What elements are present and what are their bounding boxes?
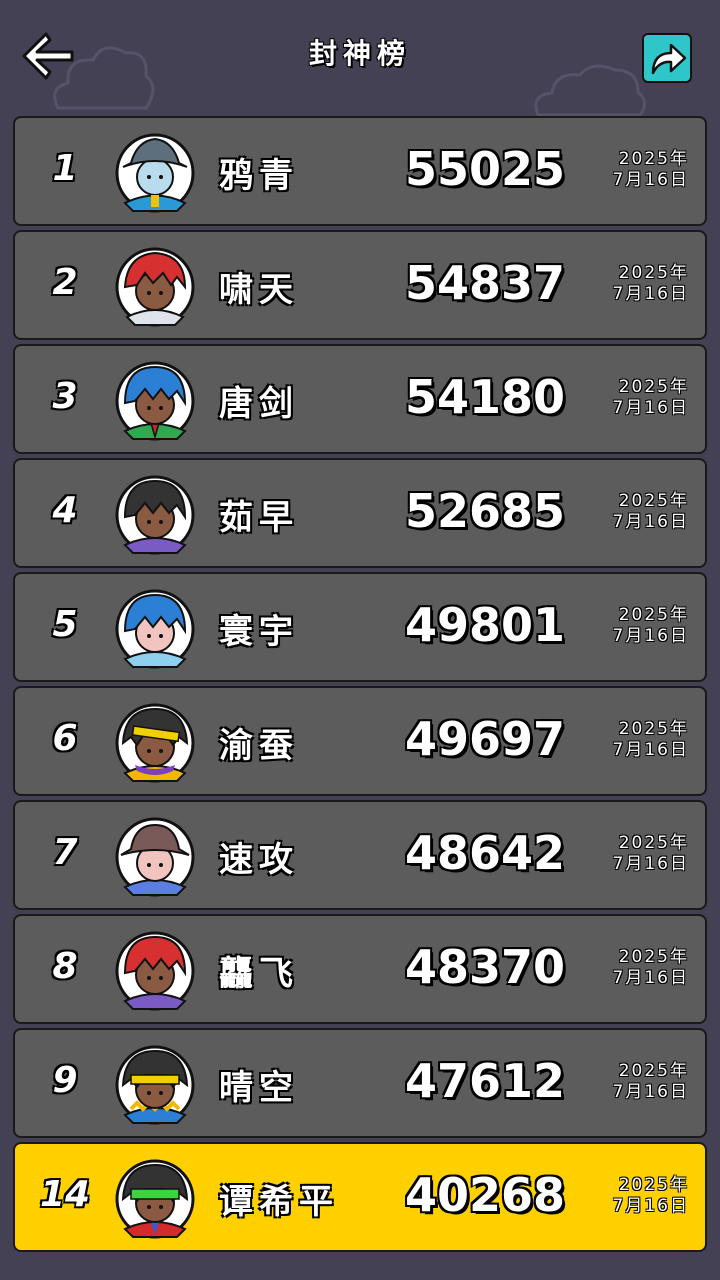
rank-number: 7 <box>52 832 78 873</box>
share-button[interactable] <box>642 33 692 83</box>
leaderboard-row[interactable]: 6 渝蚕 49697 2025年 7月16日 <box>13 686 707 796</box>
rank-number: 1 <box>52 148 78 189</box>
record-year: 2025年 <box>618 149 689 169</box>
player-avatar <box>115 1159 195 1239</box>
player-score: 54837 <box>405 256 566 310</box>
record-date: 2025年 7月16日 <box>613 1175 689 1217</box>
record-year: 2025年 <box>618 491 689 511</box>
player-score: 40268 <box>405 1168 566 1222</box>
record-date: 2025年 7月16日 <box>613 605 689 647</box>
player-name: 啸天 <box>219 270 299 310</box>
player-name: 唐剑 <box>219 384 299 424</box>
record-day: 7月16日 <box>612 1196 689 1216</box>
player-score: 52685 <box>405 484 566 538</box>
record-day: 7月16日 <box>612 284 689 304</box>
player-score: 49801 <box>405 598 566 652</box>
leaderboard-row[interactable]: 2 啸天 54837 2025年 7月16日 <box>13 230 707 340</box>
player-score: 48642 <box>405 826 566 880</box>
record-year: 2025年 <box>618 1175 689 1195</box>
leaderboard-row[interactable]: 9 晴空 47612 2025年 7月16日 <box>13 1028 707 1138</box>
rank-number: 2 <box>52 262 78 303</box>
player-score: 48370 <box>405 940 566 994</box>
player-avatar <box>115 703 195 783</box>
player-avatar <box>115 931 195 1011</box>
record-day: 7月16日 <box>612 1082 689 1102</box>
player-name: 鸦青 <box>219 156 299 196</box>
rank-number: 3 <box>52 376 78 417</box>
rank-number: 5 <box>52 604 78 645</box>
record-date: 2025年 7月16日 <box>613 1061 689 1103</box>
leaderboard-row[interactable]: 5 寰宇 49801 2025年 7月16日 <box>13 572 707 682</box>
record-year: 2025年 <box>618 1061 689 1081</box>
player-avatar <box>115 247 195 327</box>
player-name: 晴空 <box>219 1068 299 1108</box>
record-year: 2025年 <box>618 947 689 967</box>
player-name: 谭希平 <box>219 1182 339 1222</box>
leaderboard-row[interactable]: 1 鸦青 55025 2025年 7月16日 <box>13 116 707 226</box>
record-date: 2025年 7月16日 <box>613 263 689 305</box>
player-avatar <box>115 133 195 213</box>
rank-number: 4 <box>52 490 78 531</box>
player-score: 49697 <box>405 712 566 766</box>
record-year: 2025年 <box>618 833 689 853</box>
record-year: 2025年 <box>618 719 689 739</box>
player-score: 47612 <box>405 1054 566 1108</box>
player-name: 寰宇 <box>219 612 299 652</box>
current-player-row[interactable]: 14 谭希平 40268 2025年 7月16日 <box>13 1142 707 1252</box>
leaderboard-row[interactable]: 3 唐剑 54180 2025年 7月16日 <box>13 344 707 454</box>
player-avatar <box>115 817 195 897</box>
record-day: 7月16日 <box>612 398 689 418</box>
player-name: 龘飞 <box>219 954 299 994</box>
leaderboard-row[interactable]: 4 茹早 52685 2025年 7月16日 <box>13 458 707 568</box>
record-day: 7月16日 <box>612 740 689 760</box>
record-date: 2025年 7月16日 <box>613 491 689 533</box>
record-date: 2025年 7月16日 <box>613 377 689 419</box>
player-avatar <box>115 1045 195 1125</box>
leaderboard-row[interactable]: 7 速攻 48642 2025年 7月16日 <box>13 800 707 910</box>
rank-number: 8 <box>52 946 78 987</box>
record-year: 2025年 <box>618 377 689 397</box>
player-avatar <box>115 589 195 669</box>
player-name: 茹早 <box>219 498 299 538</box>
player-avatar <box>115 475 195 555</box>
leaderboard-row[interactable]: 8 龘飞 48370 2025年 7月16日 <box>13 914 707 1024</box>
player-score: 54180 <box>405 370 566 424</box>
top-bar: 封神榜 <box>0 0 720 110</box>
record-year: 2025年 <box>618 605 689 625</box>
record-date: 2025年 7月16日 <box>613 947 689 989</box>
record-date: 2025年 7月16日 <box>613 719 689 761</box>
record-day: 7月16日 <box>612 626 689 646</box>
player-name: 渝蚕 <box>219 726 299 766</box>
record-day: 7月16日 <box>612 170 689 190</box>
rank-number: 14 <box>39 1174 91 1215</box>
rank-number: 6 <box>52 718 78 759</box>
player-avatar <box>115 361 195 441</box>
leaderboard-list: 1 鸦青 55025 2025年 7月16日 2 啸天 54837 2025年 <box>13 116 707 1256</box>
rank-number: 9 <box>52 1060 78 1101</box>
record-day: 7月16日 <box>612 854 689 874</box>
page-title: 封神榜 <box>308 37 411 70</box>
record-day: 7月16日 <box>612 512 689 532</box>
record-date: 2025年 7月16日 <box>613 149 689 191</box>
record-date: 2025年 7月16日 <box>613 833 689 875</box>
player-name: 速攻 <box>219 840 299 880</box>
share-icon <box>651 43 687 75</box>
player-score: 55025 <box>405 142 566 196</box>
record-day: 7月16日 <box>612 968 689 988</box>
record-year: 2025年 <box>618 263 689 283</box>
